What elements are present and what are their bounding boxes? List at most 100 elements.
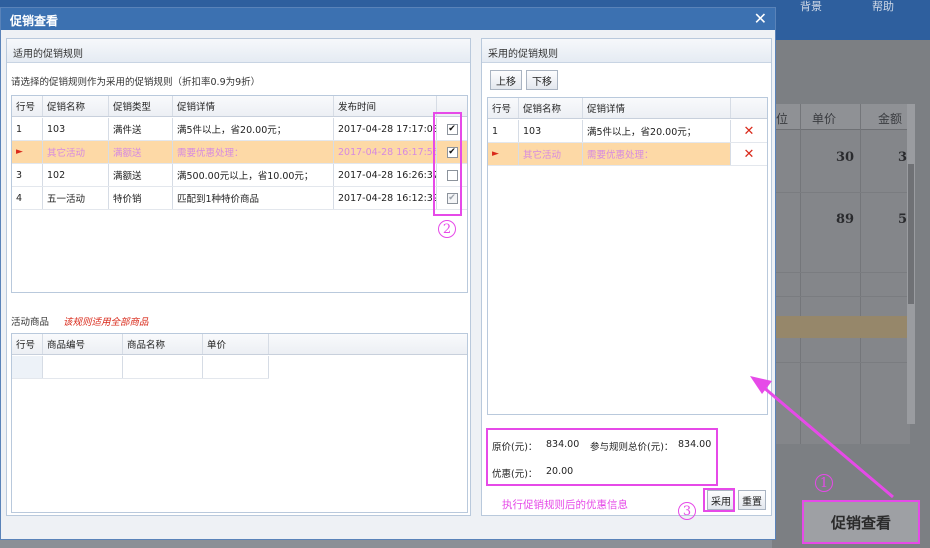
- annotation-box-checkboxes: [433, 112, 462, 216]
- col-header: 行号: [12, 334, 43, 354]
- app-grid-divider: [772, 362, 910, 363]
- app-grid-divider: [772, 272, 910, 273]
- table-row[interactable]: ► 其它活动 满额送 需要优惠处理： 2017-04-28 16:17:55 ✔: [12, 141, 467, 164]
- col-header: 促销名称: [519, 98, 583, 118]
- scrollbar-thumb[interactable]: [908, 164, 914, 304]
- active-goods-note: 该规则适用全部商品: [63, 317, 149, 328]
- rule-detail: 满5件以上，省20.00元；: [173, 118, 334, 140]
- rule-detail: 满5件以上，省20.00元；: [583, 120, 731, 142]
- col-header: 单价: [203, 334, 269, 354]
- rule-detail: 满500.00元以上，省10.00元；: [173, 164, 334, 186]
- rule-name: 102: [43, 164, 109, 186]
- rule-type: 特价销: [109, 187, 173, 209]
- col-header: 行号: [488, 98, 519, 118]
- rule-detail: 需要优惠处理：: [583, 143, 731, 165]
- app-grid-divider: [860, 104, 861, 444]
- rule-name: 其它活动: [519, 143, 583, 165]
- rule-type: 满额送: [109, 141, 173, 163]
- grid-header: 行号 商品编号 商品名称 单价: [12, 334, 467, 355]
- app-grid-divider: [772, 296, 910, 297]
- row-no: 3: [12, 164, 43, 186]
- rule-time: 2017-04-28 16:17:55: [334, 141, 437, 163]
- app-grid-amount: 5: [898, 212, 908, 227]
- rule-detail: 需要优惠处理：: [173, 141, 334, 163]
- goods-name: [123, 356, 203, 378]
- col-header: 商品编号: [43, 334, 123, 354]
- annotation-box-apply: [703, 488, 735, 512]
- grid-header: 行号 促销名称 促销类型 促销详情 发布时间: [12, 96, 467, 117]
- app-header-hint: 帮助: [872, 0, 894, 13]
- rule-name: 103: [43, 118, 109, 140]
- goods-code: [43, 356, 123, 378]
- rule-name: 其它活动: [43, 141, 109, 163]
- table-row[interactable]: 3 102 满额送 满500.00元以上，省10.00元； 2017-04-28…: [12, 164, 467, 187]
- col-header-remove: [731, 98, 767, 118]
- applicable-rules-header: 适用的促销规则: [7, 39, 470, 63]
- row-no: 4: [12, 187, 43, 209]
- table-row[interactable]: ► 其它活动 需要优惠处理： ✕: [488, 143, 767, 166]
- rule-type: 满额送: [109, 164, 173, 186]
- close-icon[interactable]: ✕: [754, 9, 767, 28]
- col-header: 促销名称: [43, 96, 109, 116]
- row-marker-icon: ►: [488, 143, 519, 165]
- rule-name: 五一活动: [43, 187, 109, 209]
- table-row[interactable]: 4 五一活动 特价销 匹配到1种特价商品 2017-04-28 16:12:39…: [12, 187, 467, 210]
- col-header: 发布时间: [334, 96, 437, 116]
- table-row[interactable]: 1 103 满5件以上，省20.00元； ✕: [488, 120, 767, 143]
- col-header: 促销详情: [173, 96, 334, 116]
- promo-dialog: 促销查看 ✕ 适用的促销规则 请选择的促销规则作为采用的促销规则（折扣率0.9为…: [0, 7, 776, 540]
- table-row[interactable]: [12, 356, 269, 379]
- active-goods-grid: 行号 商品编号 商品名称 单价: [11, 333, 468, 513]
- rule-name: 103: [519, 120, 583, 142]
- applicable-rules-panel: 适用的促销规则 请选择的促销规则作为采用的促销规则（折扣率0.9为9折） 行号 …: [6, 38, 471, 516]
- app-grid-divider: [800, 104, 801, 444]
- annotation-step-1: 1: [815, 474, 833, 492]
- col-header: 商品名称: [123, 334, 203, 354]
- table-row[interactable]: 1 103 满件送 满5件以上，省20.00元； 2017-04-28 17:1…: [12, 118, 467, 141]
- app-grid-col: 位: [776, 112, 789, 126]
- annotation-step-2: 2: [438, 220, 456, 238]
- grid-header: 行号 促销名称 促销详情: [488, 98, 767, 119]
- row-no: 1: [488, 120, 519, 142]
- annotation-box-summary: [486, 428, 718, 486]
- adopted-rules-header: 采用的促销规则: [482, 39, 771, 63]
- move-up-button[interactable]: 上移: [490, 70, 522, 90]
- rule-time: 2017-04-28 17:17:08: [334, 118, 437, 140]
- app-grid-price: 30: [836, 150, 855, 165]
- rule-detail: 匹配到1种特价商品: [173, 187, 334, 209]
- app-items-grid: 位 单价 金额 30 3 89 5: [772, 104, 910, 444]
- row-no: [12, 356, 43, 378]
- rule-time: 2017-04-28 16:12:39: [334, 187, 437, 209]
- active-goods-label: 活动商品: [11, 317, 50, 328]
- rule-type: 满件送: [109, 118, 173, 140]
- remove-icon[interactable]: ✕: [744, 124, 755, 139]
- row-marker-icon: ►: [12, 141, 43, 163]
- col-header: 促销详情: [583, 98, 731, 118]
- panel-title: 采用的促销规则: [488, 49, 558, 60]
- col-header: 行号: [12, 96, 43, 116]
- reset-button[interactable]: 重置: [738, 490, 766, 510]
- move-down-button[interactable]: 下移: [526, 70, 558, 90]
- annotation-step-3: 3: [678, 502, 696, 520]
- annotation-note: 执行促销规则后的优惠信息: [502, 499, 628, 511]
- adopted-rules-grid: 行号 促销名称 促销详情 1 103 满5件以上，省20.00元； ✕ ► 其它…: [487, 97, 768, 415]
- remove-icon[interactable]: ✕: [744, 147, 755, 162]
- goods-price: [203, 356, 269, 378]
- app-grid-selected-row: [772, 316, 910, 338]
- app-grid-col: 金额: [878, 112, 903, 126]
- app-grid-divider: [772, 192, 910, 193]
- rule-time: 2017-04-28 16:26:37: [334, 164, 437, 186]
- dialog-title: 促销查看: [10, 14, 59, 28]
- promo-view-button[interactable]: 促销查看: [802, 500, 920, 544]
- app-grid-scrollbar[interactable]: [907, 104, 915, 424]
- app-grid-header: 位 单价 金额: [772, 104, 910, 130]
- app-grid-price: 89: [836, 212, 855, 227]
- app-grid-amount: 3: [898, 150, 908, 165]
- remove-cell: ✕: [731, 120, 767, 142]
- col-header: 促销类型: [109, 96, 173, 116]
- panel-title: 适用的促销规则: [13, 49, 83, 60]
- applicable-rules-grid: 行号 促销名称 促销类型 促销详情 发布时间 1 103 满件送 满5件以上，省…: [11, 95, 468, 293]
- dialog-titlebar: 促销查看 ✕: [1, 8, 775, 30]
- app-header-hint: 背景: [800, 0, 822, 13]
- remove-cell: ✕: [731, 143, 767, 165]
